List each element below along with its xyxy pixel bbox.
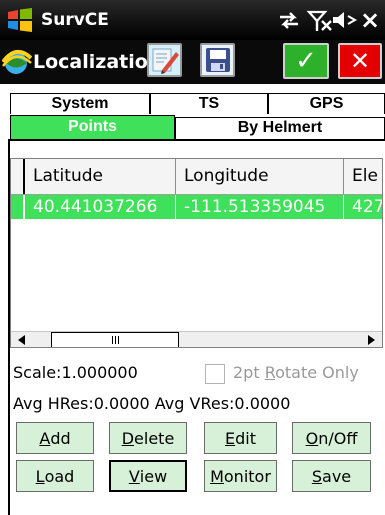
points-grid[interactable]: Latitude Longitude Ele 40.441037266 -111… [10,158,383,348]
add-button[interactable]: Add [16,422,94,454]
close-icon: ✕ [349,47,371,75]
tab-points[interactable]: Points [10,115,175,139]
form-title: Localization [33,51,147,73]
speaker-muted-icon[interactable] [330,7,358,33]
scale-value: Scale:1.000000 [13,363,138,382]
horizontal-scrollbar[interactable] [11,331,382,347]
column-header-latitude[interactable]: Latitude [25,159,176,194]
tab-divider [8,139,385,141]
grid-header: Latitude Longitude Ele [11,159,382,195]
rotate-only-checkbox[interactable] [205,364,225,384]
tab-gps[interactable]: GPS [268,93,385,114]
monitor-button[interactable]: Monitor [204,460,277,492]
save-disk-button[interactable] [200,43,235,77]
table-row[interactable]: 40.441037266 -111.513359045 427 [11,195,382,219]
row-indicator-header [11,159,25,194]
delete-button[interactable]: Delete [109,422,187,454]
on-off-button[interactable]: On/Off [292,422,371,454]
scrollbar-thumb[interactable] [51,332,179,347]
form-toolbar: Localization ✓ ✕ [0,40,385,84]
column-header-longitude[interactable]: Longitude [176,159,344,194]
cell-latitude: 40.441037266 [25,195,176,219]
cell-longitude: -111.513359045 [176,195,344,219]
close-icon[interactable]: × [358,7,382,33]
row-indicator [11,195,25,219]
windows-logo-icon[interactable] [6,6,34,34]
view-button[interactable]: View [109,460,187,492]
tab-ts[interactable]: TS [150,93,268,114]
load-button[interactable]: Load [16,460,94,492]
save-disk-icon [205,48,230,72]
cell-elevation: 427 [352,197,383,217]
checkmark-icon: ✓ [295,46,317,76]
edit-notes-button[interactable] [147,43,182,77]
connectivity-arrows-icon[interactable] [274,7,304,33]
tab-by-helmert[interactable]: By Helmert [175,117,385,139]
app-title: SurvCE [41,10,109,30]
edit-button[interactable]: Edit [204,422,277,454]
title-bar: SurvCE × [0,0,385,40]
tab-strip: System TS GPS Points By Helmert [0,84,385,141]
edit-notes-icon [152,48,179,74]
cancel-button[interactable]: ✕ [338,43,382,79]
ok-button[interactable]: ✓ [283,43,329,79]
satellite-globe-icon [2,50,32,74]
save-button[interactable]: Save [292,460,371,492]
scroll-left-arrow-icon[interactable] [11,332,33,347]
column-header-elevation[interactable]: Ele [344,159,382,194]
rotate-only-label: 2pt Rotate Only [233,363,359,382]
tab-system[interactable]: System [10,93,150,114]
average-residuals: Avg HRes:0.0000 Avg VRes:0.0000 [13,394,291,413]
scroll-right-arrow-icon[interactable] [360,332,382,347]
